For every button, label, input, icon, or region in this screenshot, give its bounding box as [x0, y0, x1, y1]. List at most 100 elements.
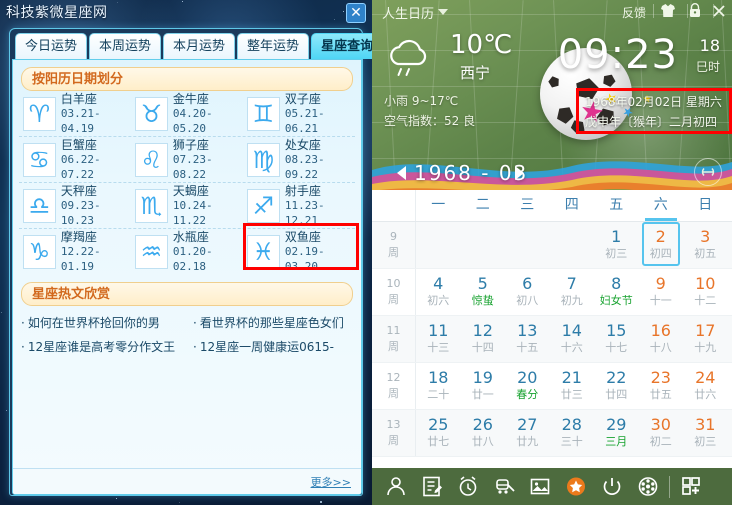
- tab-3[interactable]: 整年运势: [237, 33, 310, 59]
- calendar-day-23[interactable]: 23 廿五: [639, 363, 684, 409]
- calendar-day-28[interactable]: 28 三十: [550, 410, 595, 456]
- zodiac-item-天秤座[interactable]: ♎ 天秤座 09.23-10.23: [19, 183, 131, 229]
- zodiac-glyph-icon: ♌: [135, 142, 168, 177]
- close-icon[interactable]: [712, 3, 730, 19]
- day-number: 7: [566, 274, 577, 293]
- zodiac-list: ♈ 白羊座 03.21-04.19 ♉ 金牛座 04.20-05.20 ♊ 双子座 05.21-…: [13, 91, 361, 275]
- train-icon[interactable]: [486, 473, 522, 501]
- prev-month-button[interactable]: [397, 166, 406, 180]
- tab-4[interactable]: 星座查询: [311, 33, 372, 59]
- zodiac-glyph-icon: ♐: [247, 188, 280, 223]
- article-link[interactable]: 看世界杯的那些星座色女们: [193, 314, 344, 331]
- calendar-day-2[interactable]: 2 初四: [639, 222, 684, 268]
- calendar-day-16[interactable]: 16 十八: [639, 316, 684, 362]
- calendar-day-29[interactable]: 29 三月: [594, 410, 639, 456]
- calendar-day-20[interactable]: 20 春分: [505, 363, 550, 409]
- zodiac-item-金牛座[interactable]: ♉ 金牛座 04.20-05.20: [131, 91, 243, 137]
- zodiac-item-狮子座[interactable]: ♌ 狮子座 07.23-08.22: [131, 137, 243, 183]
- film-icon[interactable]: [630, 473, 666, 501]
- calendar-day-1[interactable]: 1 初三: [594, 222, 639, 268]
- lock-icon[interactable]: [688, 3, 706, 19]
- weekday-header: 一 二 三 四 五六日: [372, 190, 732, 222]
- zodiac-item-白羊座[interactable]: ♈ 白羊座 03.21-04.19: [19, 91, 131, 137]
- week-number-unit: 周: [388, 386, 399, 400]
- week-number-value: 13: [386, 418, 401, 431]
- calendar-day-6[interactable]: 6 初八: [505, 269, 550, 315]
- tab-2[interactable]: 本月运势: [163, 33, 236, 59]
- next-month-button[interactable]: [515, 166, 524, 180]
- image-icon[interactable]: [522, 473, 558, 501]
- day-lunar-label: 廿四: [605, 388, 628, 401]
- calendar-day-31[interactable]: 31 初三: [683, 410, 728, 456]
- day-number: 14: [561, 321, 582, 340]
- day-lunar-label: 初二: [649, 435, 672, 448]
- calendar-day-13[interactable]: 13 十五: [505, 316, 550, 362]
- calendar-day-21[interactable]: 21 廿三: [550, 363, 595, 409]
- calendar-day-19[interactable]: 19 廿一: [461, 363, 506, 409]
- alarm-icon[interactable]: [450, 473, 486, 501]
- zodiac-date-range: 04.20-05.20: [172, 106, 213, 135]
- calendar-day-18[interactable]: 18 二十: [416, 363, 461, 409]
- calendar-day-11[interactable]: 11 十三: [416, 316, 461, 362]
- tab-0[interactable]: 今日运势: [15, 33, 88, 59]
- calendar-day-24[interactable]: 24 廿六: [683, 363, 728, 409]
- solar-date-text: 1968年02月02日 星期六: [585, 95, 722, 109]
- calendar-day-22[interactable]: 22 廿四: [594, 363, 639, 409]
- zodiac-item-射手座[interactable]: ♐ 射手座 11.23-12.21: [243, 183, 355, 229]
- zodiac-item-水瓶座[interactable]: ♒ 水瓶座 01.20-02.18: [131, 229, 243, 275]
- zodiac-glyph-icon: ♋: [23, 142, 56, 177]
- article-link[interactable]: 12星座一周健康运0615-: [193, 338, 334, 355]
- calendar-day-12[interactable]: 12 十四: [461, 316, 506, 362]
- chevron-down-icon[interactable]: [438, 9, 448, 15]
- article-link[interactable]: 12星座谁是高考零分作文王: [21, 338, 193, 355]
- day-number: 29: [606, 415, 627, 434]
- feedback-link[interactable]: 反馈: [622, 4, 646, 21]
- tab-1[interactable]: 本周运势: [89, 33, 162, 59]
- calendar-day-25[interactable]: 25 廿七: [416, 410, 461, 456]
- calendar-day-4[interactable]: 4 初六: [416, 269, 461, 315]
- calendar-day-14[interactable]: 14 十六: [550, 316, 595, 362]
- note-icon[interactable]: [414, 473, 450, 501]
- shirt-icon[interactable]: [660, 3, 678, 19]
- day-number: 15: [606, 321, 627, 340]
- zodiac-date-range: 11.23-12.21: [284, 198, 325, 227]
- star-icon[interactable]: [558, 473, 594, 501]
- day-lunar-label: 三十: [560, 435, 583, 448]
- zodiac-item-天蝎座[interactable]: ♏ 天蝎座 10.24-11.22: [131, 183, 243, 229]
- zodiac-item-处女座[interactable]: ♍ 处女座 08.23-09.22: [243, 137, 355, 183]
- zodiac-item-双鱼座[interactable]: ♓ 双鱼座 02.19-03.20: [243, 223, 359, 275]
- calendar-panel: 人生日历 反馈 10℃ 西宁 小雨 9~17℃ 空气指数：52 良 09:23 …: [372, 0, 732, 505]
- calendar-day-9[interactable]: 9 十一: [639, 269, 684, 315]
- close-icon[interactable]: ✕: [346, 3, 366, 23]
- zodiac-item-巨蟹座[interactable]: ♋ 巨蟹座 06.22-07.22: [19, 137, 131, 183]
- calendar-day-26[interactable]: 26 廿八: [461, 410, 506, 456]
- zodiac-glyph-icon: ♑: [23, 235, 56, 269]
- zodiac-name: 双鱼座: [284, 230, 321, 245]
- calendar-day-15[interactable]: 15 十七: [594, 316, 639, 362]
- zodiac-item-摩羯座[interactable]: ♑ 摩羯座 12.22-01.19: [19, 229, 131, 275]
- day-lunar-label: 十四: [471, 341, 494, 354]
- calendar-day-10[interactable]: 10 十二: [683, 269, 728, 315]
- power-icon[interactable]: [594, 473, 630, 501]
- more-link[interactable]: 更多>>: [311, 474, 351, 490]
- calendar-day-30[interactable]: 30 初二: [639, 410, 684, 456]
- calendar-day-17[interactable]: 17 十九: [683, 316, 728, 362]
- contacts-icon[interactable]: [378, 473, 414, 501]
- apps-add-icon[interactable]: [673, 473, 709, 501]
- calendar-day-27[interactable]: 27 廿九: [505, 410, 550, 456]
- zodiac-name: 金牛座: [172, 91, 209, 106]
- article-link[interactable]: 如何在世界杯抢回你的男: [21, 314, 193, 331]
- calendar-day-7[interactable]: 7 初九: [550, 269, 595, 315]
- calendar-day-8[interactable]: 8 妇女节: [594, 269, 639, 315]
- day-number: 4: [433, 274, 444, 293]
- temperature: 10℃: [450, 30, 513, 60]
- zodiac-glyph-icon: ♒: [135, 235, 168, 269]
- day-number: 22: [606, 368, 627, 387]
- day-lunar-label: 初三: [605, 247, 628, 260]
- calendar-day-5[interactable]: 5 惊蛰: [461, 269, 506, 315]
- article-list: 如何在世界杯抢回你的男看世界杯的那些星座色女们12星座谁是高考零分作文王12星座…: [21, 310, 353, 358]
- refresh-icon[interactable]: [694, 158, 722, 186]
- more-bar: 更多>>: [13, 468, 361, 494]
- zodiac-item-双子座[interactable]: ♊ 双子座 05.21-06.21: [243, 91, 355, 137]
- calendar-day-3[interactable]: 3 初五: [683, 222, 728, 268]
